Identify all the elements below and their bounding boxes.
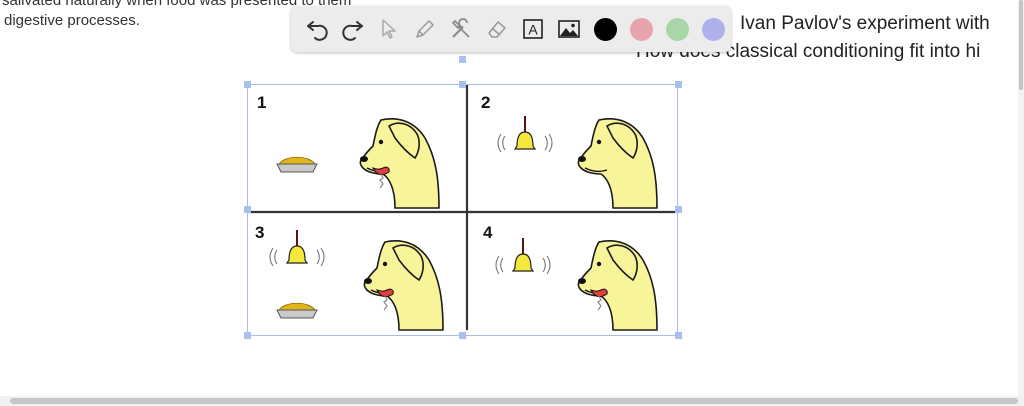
text-tool-glyph: A	[528, 22, 538, 38]
color-dot	[665, 17, 689, 41]
color-swatch-green[interactable]	[660, 11, 695, 47]
tools-icon	[451, 18, 470, 38]
resize-handle-top[interactable]	[459, 81, 466, 88]
vertical-scroll-thumb[interactable]	[1019, 0, 1023, 90]
undo-button[interactable]	[299, 11, 334, 47]
text-tool-button[interactable]: A	[515, 11, 550, 47]
rotate-handle[interactable]	[459, 56, 466, 63]
select-tool-button[interactable]	[371, 11, 406, 47]
color-dot	[629, 17, 653, 41]
resize-handle-bottom[interactable]	[459, 332, 466, 339]
text-box-icon: A	[523, 19, 543, 39]
vertical-scrollbar[interactable]	[1018, 0, 1024, 406]
annotation-toolbar: A	[291, 6, 731, 52]
color-dot	[701, 17, 725, 41]
color-swatch-purple[interactable]	[696, 11, 731, 47]
color-swatch-pink[interactable]	[624, 11, 659, 47]
resize-handle-top-left[interactable]	[244, 81, 251, 88]
image-icon	[558, 20, 580, 38]
redo-button[interactable]	[335, 11, 370, 47]
color-dot	[593, 17, 617, 41]
resize-handle-left[interactable]	[244, 206, 251, 213]
redo-icon	[341, 21, 363, 41]
horizontal-scrollbar[interactable]	[0, 396, 1024, 406]
document-text-line-2: digestive processes.	[4, 12, 140, 29]
tools-button[interactable]	[443, 11, 478, 47]
image-tool-button[interactable]	[552, 11, 587, 47]
eraser-tool-button[interactable]	[479, 11, 514, 47]
eraser-icon	[488, 21, 506, 38]
resize-handle-top-right[interactable]	[675, 81, 682, 88]
undo-icon	[306, 21, 328, 41]
horizontal-scroll-thumb[interactable]	[10, 398, 1018, 404]
color-swatch-black[interactable]	[588, 11, 623, 47]
document-text-right-1: Ivan Pavlov's experiment with	[740, 13, 990, 34]
resize-handle-bottom-left[interactable]	[244, 332, 251, 339]
resize-handle-bottom-right[interactable]	[675, 332, 682, 339]
resize-handle-right[interactable]	[675, 206, 682, 213]
pen-icon	[416, 20, 434, 38]
image-selection-frame	[247, 84, 678, 336]
pen-tool-button[interactable]	[407, 11, 442, 47]
select-arrow-icon	[381, 19, 396, 39]
